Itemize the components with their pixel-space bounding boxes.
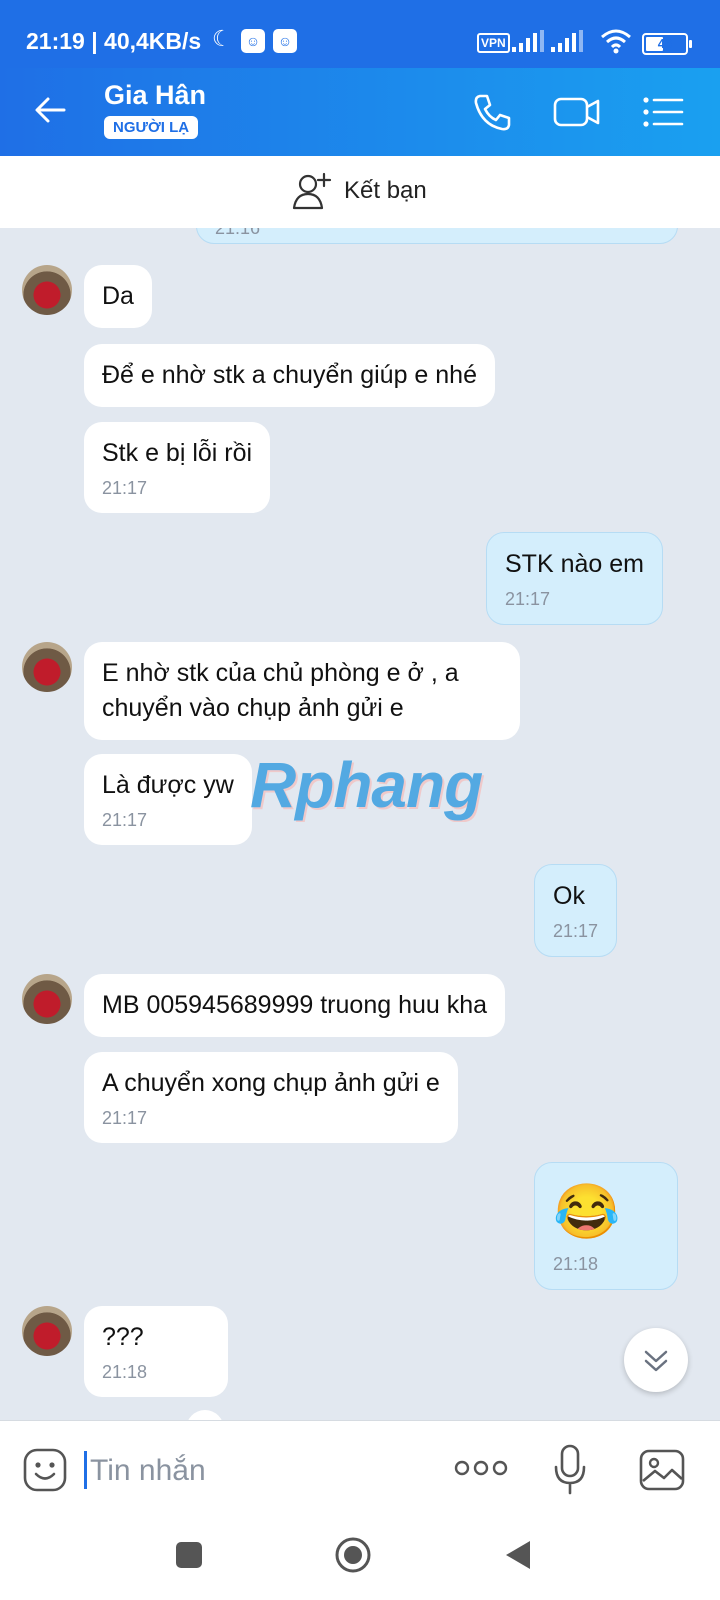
message-bubble-outgoing[interactable]: Ok 21:17 <box>534 864 618 957</box>
message-bubble-incoming[interactable]: E nhờ stk của chủ phòng e ở , a chuyển v… <box>84 642 520 740</box>
scroll-down-button[interactable] <box>624 1328 688 1392</box>
message-time: 21:17 <box>505 589 551 609</box>
add-friend-button[interactable]: Kết bạn <box>292 170 427 212</box>
more-icon[interactable] <box>454 1453 508 1483</box>
message-bubble-incoming[interactable]: Để e nhờ stk a chuyển giúp e nhé <box>84 344 495 407</box>
message-time: 21:17 <box>102 1108 148 1128</box>
message-bubble-outgoing[interactable]: 😂 21:18 <box>534 1162 678 1290</box>
moon-icon: ☾ <box>212 26 232 51</box>
home-icon[interactable] <box>334 1536 372 1574</box>
avatar[interactable] <box>22 1306 72 1356</box>
message-time: 21:18 <box>553 1254 599 1274</box>
app-notification-icon: ☺ <box>273 29 297 53</box>
avatar[interactable] <box>22 974 72 1024</box>
message-bubble-incoming[interactable]: Là được yw 21:17 <box>84 754 252 845</box>
status-bar: 21:19 | 40,4KB/s ☾ ☺ ☺ VPN 46 <box>0 0 720 68</box>
back-arrow-icon[interactable] <box>30 90 70 130</box>
add-friend-bar[interactable]: Kết bạn <box>0 156 720 228</box>
message-text: Da <box>102 282 134 310</box>
message-time: 21:17 <box>553 921 599 941</box>
message-bubble-incoming[interactable]: ??? 21:18 <box>84 1306 228 1397</box>
message-text: A chuyển xong chụp ảnh gửi e <box>102 1069 440 1097</box>
message-time: 21:16 <box>215 228 261 238</box>
signal-icon <box>551 30 583 52</box>
recent-apps-icon[interactable] <box>174 1540 204 1570</box>
message-text: STK nào em <box>505 550 644 578</box>
message-text: MB 005945689999 truong huu kha <box>102 991 488 1019</box>
message-bubble-incoming[interactable]: Stk e bị lỗi rồi 21:17 <box>84 422 271 513</box>
avatar[interactable] <box>22 265 72 315</box>
message-text: Ok <box>553 882 585 910</box>
message-input[interactable] <box>88 1447 452 1495</box>
message-bubble-outgoing[interactable]: 21:16 <box>196 228 678 244</box>
back-nav-icon[interactable] <box>502 1538 534 1572</box>
status-time: 21:19 | 40,4KB/s <box>26 28 202 54</box>
stranger-badge: NGƯỜI LẠ <box>104 116 199 139</box>
microphone-icon[interactable] <box>552 1443 588 1497</box>
battery-icon: 46 <box>642 33 692 55</box>
message-bubble-incoming[interactable]: MB 005945689999 truong huu kha <box>84 974 506 1037</box>
laughing-emoji: 😂 <box>553 1182 621 1242</box>
watermark-logo: Rphang <box>250 749 483 821</box>
message-bubble-incoming[interactable]: A chuyển xong chụp ảnh gửi e 21:17 <box>84 1052 458 1143</box>
message-composer <box>0 1420 720 1521</box>
message-time: 21:17 <box>102 478 148 498</box>
add-friend-icon <box>292 172 332 210</box>
sticker-icon[interactable] <box>22 1447 68 1493</box>
battery-level: 46 <box>657 36 673 51</box>
message-text: ??? <box>102 1323 144 1351</box>
message-text: E nhờ stk của chủ phòng e ở , a chuyển v… <box>102 659 459 722</box>
vpn-icon: VPN <box>477 33 510 53</box>
message-text: Là được yw <box>102 771 234 799</box>
message-time: 21:17 <box>102 810 148 830</box>
system-navigation-bar <box>0 1520 720 1600</box>
avatar[interactable] <box>22 642 72 692</box>
message-text: Để e nhờ stk a chuyển giúp e nhé <box>102 361 477 389</box>
signal-icon <box>512 30 544 52</box>
message-bubble-incoming[interactable]: Da <box>84 265 152 328</box>
video-call-icon[interactable] <box>552 90 602 134</box>
message-text: Stk e bị lỗi rồi <box>102 439 253 467</box>
menu-icon[interactable] <box>640 90 686 134</box>
phone-icon[interactable] <box>470 90 514 134</box>
message-bubble-outgoing[interactable]: STK nào em 21:17 <box>486 532 663 625</box>
app-notification-icon: ☺ <box>241 29 265 53</box>
wifi-icon <box>601 29 631 54</box>
text-caret <box>84 1451 87 1489</box>
image-icon[interactable] <box>638 1447 686 1493</box>
chat-area[interactable]: 21:16 Da Để e nhờ stk a chuyển giúp e nh… <box>0 228 720 1420</box>
chat-header: Gia Hân NGƯỜI LẠ <box>0 68 720 156</box>
add-friend-label: Kết bạn <box>344 177 427 204</box>
contact-name[interactable]: Gia Hân <box>104 80 206 111</box>
message-time: 21:18 <box>102 1362 148 1382</box>
chevron-down-icon <box>644 1350 668 1372</box>
